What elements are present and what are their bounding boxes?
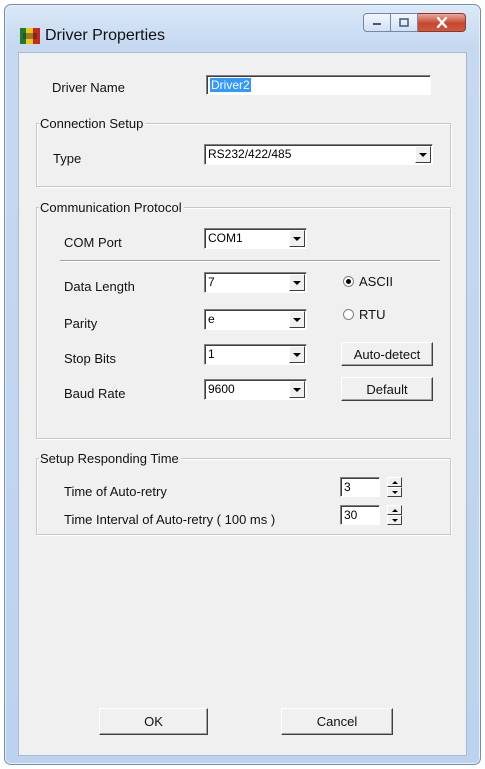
cancel-button[interactable]: Cancel	[281, 708, 393, 735]
com-port-value: COM1	[208, 231, 243, 245]
data-length-select[interactable]: 7	[204, 272, 307, 293]
protocol-divider	[60, 260, 440, 262]
app-flag-icon	[20, 28, 40, 44]
type-dropdown-button[interactable]	[415, 146, 431, 163]
type-select[interactable]: RS232/422/485	[204, 144, 433, 165]
stop-bits-label: Stop Bits	[64, 351, 117, 366]
type-value: RS232/422/485	[208, 147, 292, 161]
communication-protocol-group: Communication Protocol COM Port COM1 Dat…	[36, 200, 451, 439]
auto-retry-spinner[interactable]	[387, 477, 402, 497]
radio-selected-icon	[343, 276, 354, 287]
mode-ascii-label: ASCII	[359, 274, 393, 289]
parity-value: e	[208, 312, 215, 326]
caption-buttons	[363, 13, 466, 32]
stop-bits-select[interactable]: 1	[204, 344, 307, 365]
responding-time-legend: Setup Responding Time	[39, 451, 181, 466]
spin-up-icon	[391, 508, 398, 512]
type-label: Type	[53, 151, 82, 166]
responding-time-group: Setup Responding Time Time of Auto-retry…	[36, 451, 451, 535]
driver-name-value: Driver2	[210, 78, 251, 92]
com-port-dropdown-button[interactable]	[289, 230, 305, 247]
driver-properties-window: Driver Properties Driver Name Driver2 Co…	[4, 4, 481, 765]
minimize-icon	[373, 22, 381, 25]
driver-name-field[interactable]: Driver2	[206, 75, 431, 95]
parity-label: Parity	[64, 316, 98, 331]
close-icon	[436, 17, 447, 28]
interval-spinner[interactable]	[387, 505, 402, 525]
data-length-dropdown-button[interactable]	[289, 274, 305, 291]
spin-up-button[interactable]	[387, 505, 402, 515]
parity-select[interactable]: e	[204, 309, 307, 330]
spin-down-button[interactable]	[387, 515, 402, 525]
minimize-button[interactable]	[363, 13, 391, 32]
chevron-down-icon	[419, 152, 427, 157]
communication-protocol-legend: Communication Protocol	[39, 200, 184, 215]
connection-setup-legend: Connection Setup	[39, 116, 146, 131]
parity-dropdown-button[interactable]	[289, 311, 305, 328]
close-button[interactable]	[418, 13, 466, 32]
spin-down-icon	[391, 518, 398, 522]
maximize-button[interactable]	[391, 13, 418, 32]
baud-rate-dropdown-button[interactable]	[289, 381, 305, 398]
stop-bits-dropdown-button[interactable]	[289, 346, 305, 363]
spin-up-button[interactable]	[387, 477, 402, 487]
chevron-down-icon	[293, 317, 301, 322]
maximize-icon	[399, 18, 409, 27]
chevron-down-icon	[293, 236, 301, 241]
baud-rate-select[interactable]: 9600	[204, 379, 307, 400]
baud-rate-value: 9600	[208, 382, 235, 396]
default-button[interactable]: Default	[341, 377, 433, 401]
data-length-value: 7	[208, 275, 215, 289]
radio-unselected-icon	[343, 309, 354, 320]
mode-rtu-radio[interactable]: RTU	[343, 307, 385, 322]
baud-rate-label: Baud Rate	[64, 386, 126, 401]
interval-input[interactable]: 30	[340, 505, 380, 525]
com-port-label: COM Port	[64, 235, 122, 250]
stop-bits-value: 1	[208, 347, 215, 361]
window-title: Driver Properties	[45, 27, 166, 44]
mode-ascii-radio[interactable]: ASCII	[343, 274, 393, 289]
ok-button[interactable]: OK	[99, 708, 208, 735]
dialog-client-area: Driver Name Driver2 Connection Setup Typ…	[18, 52, 467, 756]
spin-up-icon	[391, 480, 398, 484]
connection-setup-group: Connection Setup Type RS232/422/485	[36, 116, 451, 187]
spin-down-button[interactable]	[387, 487, 402, 497]
com-port-select[interactable]: COM1	[204, 228, 307, 249]
chevron-down-icon	[293, 280, 301, 285]
data-length-label: Data Length	[64, 279, 135, 294]
auto-detect-button[interactable]: Auto-detect	[341, 342, 433, 366]
chevron-down-icon	[293, 352, 301, 357]
driver-name-label: Driver Name	[52, 80, 125, 95]
chevron-down-icon	[293, 387, 301, 392]
title-bar[interactable]: Driver Properties	[5, 5, 480, 44]
mode-rtu-label: RTU	[359, 307, 386, 322]
interval-label: Time Interval of Auto-retry ( 100 ms )	[64, 512, 276, 527]
auto-retry-label: Time of Auto-retry	[64, 484, 167, 499]
auto-retry-input[interactable]: 3	[340, 477, 380, 497]
spin-down-icon	[391, 490, 398, 494]
